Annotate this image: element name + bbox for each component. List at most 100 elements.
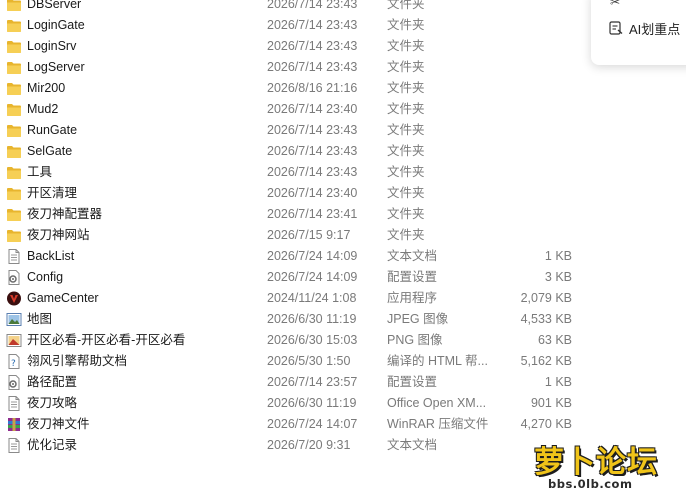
file-date: 2026/6/30 15:03 [267,333,358,347]
file-type: 编译的 HTML 帮... [387,354,488,368]
folder-icon [6,0,22,12]
file-date: 2024/11/24 1:08 [267,291,357,305]
file-size: 901 KB [530,396,572,410]
file-row[interactable]: DBServer 2026/7/14 23:43 文件夹 [0,0,686,15]
svg-text:?: ? [11,359,16,369]
file-row[interactable]: LoginSrv 2026/7/14 23:43 文件夹 [0,36,686,57]
file-type: JPEG 图像 [387,312,449,326]
file-name: Mud2 [27,102,59,116]
scissors-icon[interactable]: ✂ [610,0,620,9]
file-date: 2026/7/14 23:43 [267,0,358,11]
ai-side-panel: ✂ AI划重点 [591,0,686,65]
file-name: LogServer [27,60,85,74]
folder-icon [6,144,22,159]
file-name: 开区必看-开区必看-开区必看 [27,333,186,347]
ai-highlight-button[interactable]: AI划重点 [609,21,680,39]
text-file-icon [6,396,22,411]
file-date: 2026/6/30 11:19 [267,396,357,410]
file-date: 2026/7/14 23:43 [267,39,358,53]
image-icon [6,312,22,327]
file-name: RunGate [27,123,78,137]
file-date: 2026/8/16 21:16 [267,81,358,95]
file-name: 工具 [27,165,53,179]
file-size: 4,270 KB [520,417,572,431]
folder-icon [6,228,22,243]
file-row[interactable]: 夜刀攻略 2026/6/30 11:19 Office Open XM... 901 … [0,393,686,414]
file-date: 2026/7/24 14:09 [267,249,358,263]
folder-icon [6,60,22,75]
folder-icon [6,207,22,222]
file-name: BackList [27,249,75,263]
folder-icon [6,81,22,96]
file-type: 文件夹 [387,18,425,32]
file-type: 文件夹 [387,123,425,137]
file-row[interactable]: Config 2026/7/24 14:09 配置设置 3 KB [0,267,686,288]
file-name: DBServer [27,0,82,11]
file-row[interactable]: SelGate 2026/7/14 23:43 文件夹 [0,141,686,162]
file-row[interactable]: 路径配置 2026/7/14 23:57 配置设置 1 KB [0,372,686,393]
file-row[interactable]: RunGate 2026/7/14 23:43 文件夹 [0,120,686,141]
file-name: 夜刀神网站 [27,228,90,242]
file-date: 2026/7/24 14:07 [267,417,358,431]
file-date: 2026/7/14 23:43 [267,144,358,158]
file-date: 2026/7/14 23:40 [267,186,358,200]
file-type: 文本文档 [387,438,438,452]
file-name: SelGate [27,144,73,158]
file-type: 文件夹 [387,81,425,95]
file-date: 2026/7/14 23:43 [267,123,358,137]
file-type: 配置设置 [387,270,438,284]
watermark-url: bbs.0lb.com [548,477,633,491]
file-date: 2026/7/24 14:09 [267,270,358,284]
file-type: 文件夹 [387,0,425,11]
file-row[interactable]: 开区清理 2026/7/14 23:40 文件夹 [0,183,686,204]
file-name: 夜刀攻略 [27,396,78,410]
file-type: 文件夹 [387,228,425,242]
folder-icon [6,123,22,138]
file-name: 翎风引擎帮助文档 [27,354,128,368]
file-date: 2026/5/30 1:50 [267,354,351,368]
file-row[interactable]: 开区必看-开区必看-开区必看 2026/6/30 15:03 PNG 图像 63 KB [0,330,686,351]
file-name: 路径配置 [27,375,78,389]
file-type: Office Open XM... [387,396,487,410]
file-list: DBServer 2026/7/14 23:43 文件夹 LoginGate 2026/… [0,0,686,456]
file-row[interactable]: LogServer 2026/7/14 23:43 文件夹 [0,57,686,78]
config-file-icon [6,375,22,390]
file-size: 1 KB [544,249,572,263]
file-row[interactable]: LoginGate 2026/7/14 23:43 文件夹 [0,15,686,36]
file-type: 文件夹 [387,207,425,221]
file-row[interactable]: GameCenter 2024/11/24 1:08 应用程序 2,079 KB [0,288,686,309]
file-row[interactable]: BackList 2026/7/24 14:09 文本文档 1 KB [0,246,686,267]
file-row[interactable]: Mud2 2026/7/14 23:40 文件夹 [0,99,686,120]
file-type: 文件夹 [387,39,425,53]
file-size: 5,162 KB [520,354,572,368]
file-date: 2026/7/14 23:57 [267,375,358,389]
file-name: 开区清理 [27,186,78,200]
file-name: 夜刀神文件 [27,417,90,431]
file-row[interactable]: 工具 2026/7/14 23:43 文件夹 [0,162,686,183]
file-row[interactable]: 夜刀神网站 2026/7/15 9:17 文件夹 [0,225,686,246]
file-date: 2026/7/15 9:17 [267,228,351,242]
file-row[interactable]: Mir200 2026/8/16 21:16 文件夹 [0,78,686,99]
folder-icon [6,186,22,201]
file-name: 地图 [27,312,53,326]
file-name: LoginSrv [27,39,77,53]
file-type: 文件夹 [387,186,425,200]
file-row[interactable]: 地图 2026/6/30 11:19 JPEG 图像 4,533 KB [0,309,686,330]
file-type: PNG 图像 [387,333,443,347]
file-size: 1 KB [544,375,572,389]
file-date: 2026/7/20 9:31 [267,438,351,452]
file-row[interactable]: 夜刀神文件 2026/7/24 14:07 WinRAR 压缩文件 4,270 KB [0,414,686,435]
file-type: WinRAR 压缩文件 [387,417,489,431]
folder-icon [6,102,22,117]
file-date: 2026/7/14 23:41 [267,207,358,221]
text-file-icon [6,438,22,453]
file-type: 文件夹 [387,144,425,158]
file-name: Config [27,270,64,284]
file-row[interactable]: ? 翎风引擎帮助文档 2026/5/30 1:50 编译的 HTML 帮... 5,16… [0,351,686,372]
app-icon [6,291,22,306]
text-file-icon [6,249,22,264]
file-row[interactable]: 夜刀神配置器 2026/7/14 23:41 文件夹 [0,204,686,225]
file-type: 应用程序 [387,291,438,305]
file-type: 文件夹 [387,102,425,116]
file-name: 夜刀神配置器 [27,207,103,221]
